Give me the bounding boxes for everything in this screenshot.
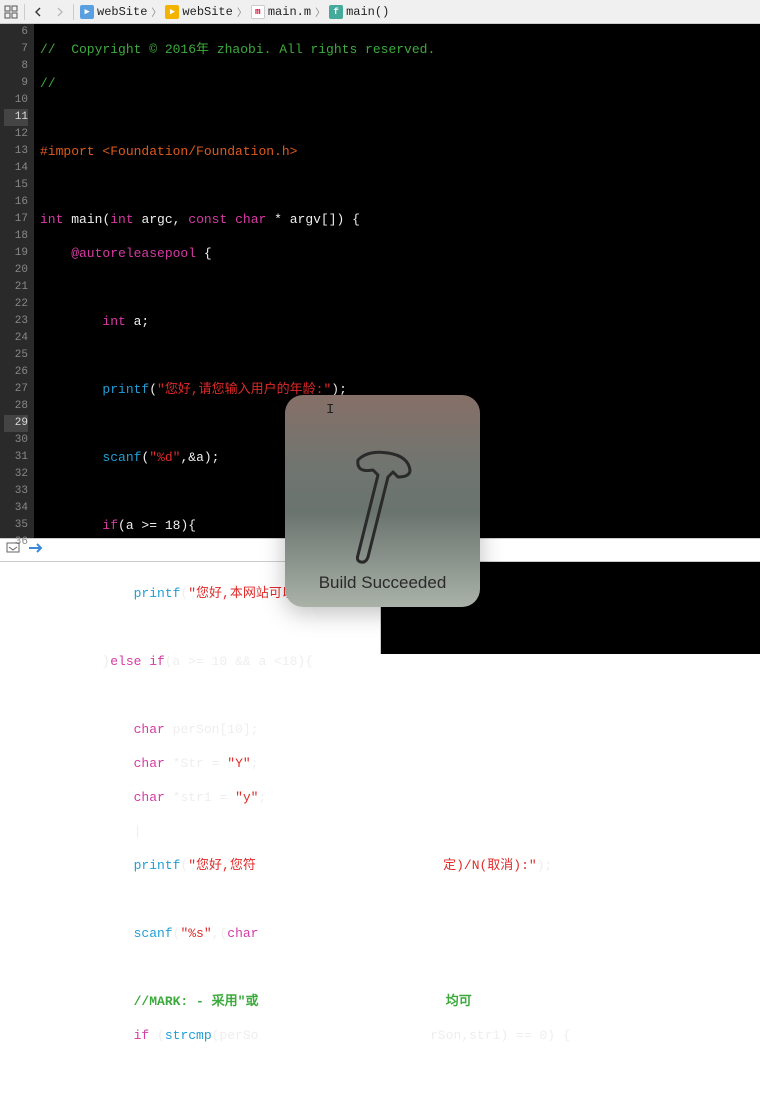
line-number: 9: [4, 75, 28, 92]
code-text: [40, 109, 760, 126]
related-items-icon[interactable]: [0, 1, 22, 23]
separator: [24, 4, 25, 20]
hammer-icon: [338, 445, 428, 565]
m-file-icon: m: [251, 5, 265, 19]
breadcrumb-func[interactable]: f main(): [329, 5, 389, 19]
line-number: 23: [4, 313, 28, 330]
breadcrumb: ▸ webSite 〉 ▸ webSite 〉 m main.m 〉 f mai…: [76, 4, 389, 20]
code-text: [40, 177, 760, 194]
folder-icon: ▸: [165, 5, 179, 19]
line-number: 33: [4, 483, 28, 500]
code-text: //: [40, 76, 56, 91]
line-number: 24: [4, 330, 28, 347]
breadcrumb-label: webSite: [182, 5, 232, 19]
line-number: 25: [4, 347, 28, 364]
breadcrumb-label: main.m: [268, 5, 311, 19]
line-number: 10: [4, 92, 28, 109]
build-status-label: Build Succeeded: [319, 573, 447, 593]
line-number: 35: [4, 517, 28, 534]
code-text: #import: [40, 144, 102, 159]
line-number-gutter: 6789101112131415161718192021222324252627…: [0, 24, 34, 538]
chevron-right-icon: 〉: [315, 4, 325, 20]
separator: [73, 4, 74, 20]
line-number: 22: [4, 296, 28, 313]
breadcrumb-label: webSite: [97, 5, 147, 19]
back-button[interactable]: [27, 1, 49, 23]
line-number: 21: [4, 279, 28, 296]
line-number: 12: [4, 126, 28, 143]
function-icon: f: [329, 5, 343, 19]
line-number: 32: [4, 466, 28, 483]
line-number: 26: [4, 364, 28, 381]
line-number: 29: [4, 415, 28, 432]
breadcrumb-project[interactable]: ▸ webSite: [80, 5, 147, 19]
line-number: 19: [4, 245, 28, 262]
line-number: 28: [4, 398, 28, 415]
navigation-toolbar: ▸ webSite 〉 ▸ webSite 〉 m main.m 〉 f mai…: [0, 0, 760, 24]
line-number: 18: [4, 228, 28, 245]
line-number: 7: [4, 41, 28, 58]
breadcrumb-label: main(): [346, 5, 389, 19]
code-text: // Copyright © 2016年 zhaobi. All rights …: [40, 42, 435, 57]
line-number: 17: [4, 211, 28, 228]
line-number: 6: [4, 24, 28, 41]
line-number: 15: [4, 177, 28, 194]
project-icon: ▸: [80, 5, 94, 19]
line-number: 13: [4, 143, 28, 160]
disclosure-icon[interactable]: [6, 541, 20, 559]
chevron-right-icon: 〉: [237, 4, 247, 20]
breadcrumb-file[interactable]: m main.m: [251, 5, 311, 19]
line-number: 16: [4, 194, 28, 211]
line-number: 20: [4, 262, 28, 279]
build-succeeded-hud: Build Succeeded: [285, 395, 480, 607]
breadcrumb-folder[interactable]: ▸ webSite: [165, 5, 232, 19]
line-number: 34: [4, 500, 28, 517]
line-number: 14: [4, 160, 28, 177]
line-number: 11: [4, 109, 28, 126]
line-number: 30: [4, 432, 28, 449]
line-number: 27: [4, 381, 28, 398]
forward-button[interactable]: [49, 1, 71, 23]
line-number: 8: [4, 58, 28, 75]
code-text: <Foundation/Foundation.h>: [102, 144, 297, 159]
chevron-right-icon: 〉: [151, 4, 161, 20]
line-number: 31: [4, 449, 28, 466]
